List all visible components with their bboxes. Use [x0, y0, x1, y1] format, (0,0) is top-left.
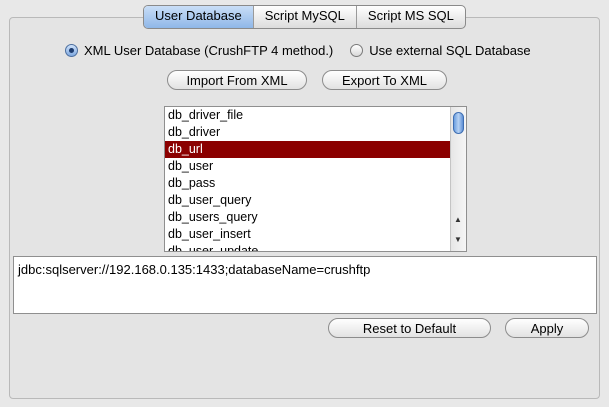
- import-from-xml-button[interactable]: Import From XML: [167, 70, 307, 90]
- list-item[interactable]: db_driver_file: [165, 107, 466, 124]
- tab-script-mysql[interactable]: Script MySQL: [254, 6, 357, 28]
- apply-button[interactable]: Apply: [505, 318, 589, 338]
- list-item[interactable]: db_url: [165, 141, 466, 158]
- xml-database-label[interactable]: XML User Database (CrushFTP 4 method.): [84, 43, 333, 58]
- list-scrollbar[interactable]: ▲ ▼: [450, 107, 466, 251]
- export-to-xml-button[interactable]: Export To XML: [322, 70, 447, 90]
- list-item[interactable]: db_user: [165, 158, 466, 175]
- scrollbar-thumb[interactable]: [453, 112, 464, 134]
- sql-database-radio[interactable]: [350, 44, 364, 57]
- tab-user-database[interactable]: User Database: [144, 6, 254, 28]
- scroll-up-arrow-icon[interactable]: ▲: [454, 215, 462, 224]
- sql-database-label[interactable]: Use external SQL Database: [369, 43, 530, 58]
- list-item[interactable]: db_user_insert: [165, 226, 466, 243]
- setting-value-field[interactable]: jdbc:sqlserver://192.168.0.135:1433;data…: [13, 256, 597, 314]
- reset-to-default-button[interactable]: Reset to Default: [328, 318, 491, 338]
- list-item[interactable]: db_user_update: [165, 243, 466, 251]
- list-item[interactable]: db_users_query: [165, 209, 466, 226]
- xml-database-radio[interactable]: [65, 44, 78, 57]
- list-item[interactable]: db_user_query: [165, 192, 466, 209]
- list-item[interactable]: db_pass: [165, 175, 466, 192]
- tab-script-mssql[interactable]: Script MS SQL: [357, 6, 465, 28]
- scroll-down-arrow-icon[interactable]: ▼: [454, 235, 462, 244]
- db-settings-list[interactable]: db_driver_file db_driver db_url db_user db_p…: [164, 106, 467, 252]
- list-item[interactable]: db_driver: [165, 124, 466, 141]
- tab-bar: User Database Script MySQL Script MS SQL: [143, 5, 466, 29]
- database-mode-options: XML User Database (CrushFTP 4 method.) U…: [65, 43, 531, 58]
